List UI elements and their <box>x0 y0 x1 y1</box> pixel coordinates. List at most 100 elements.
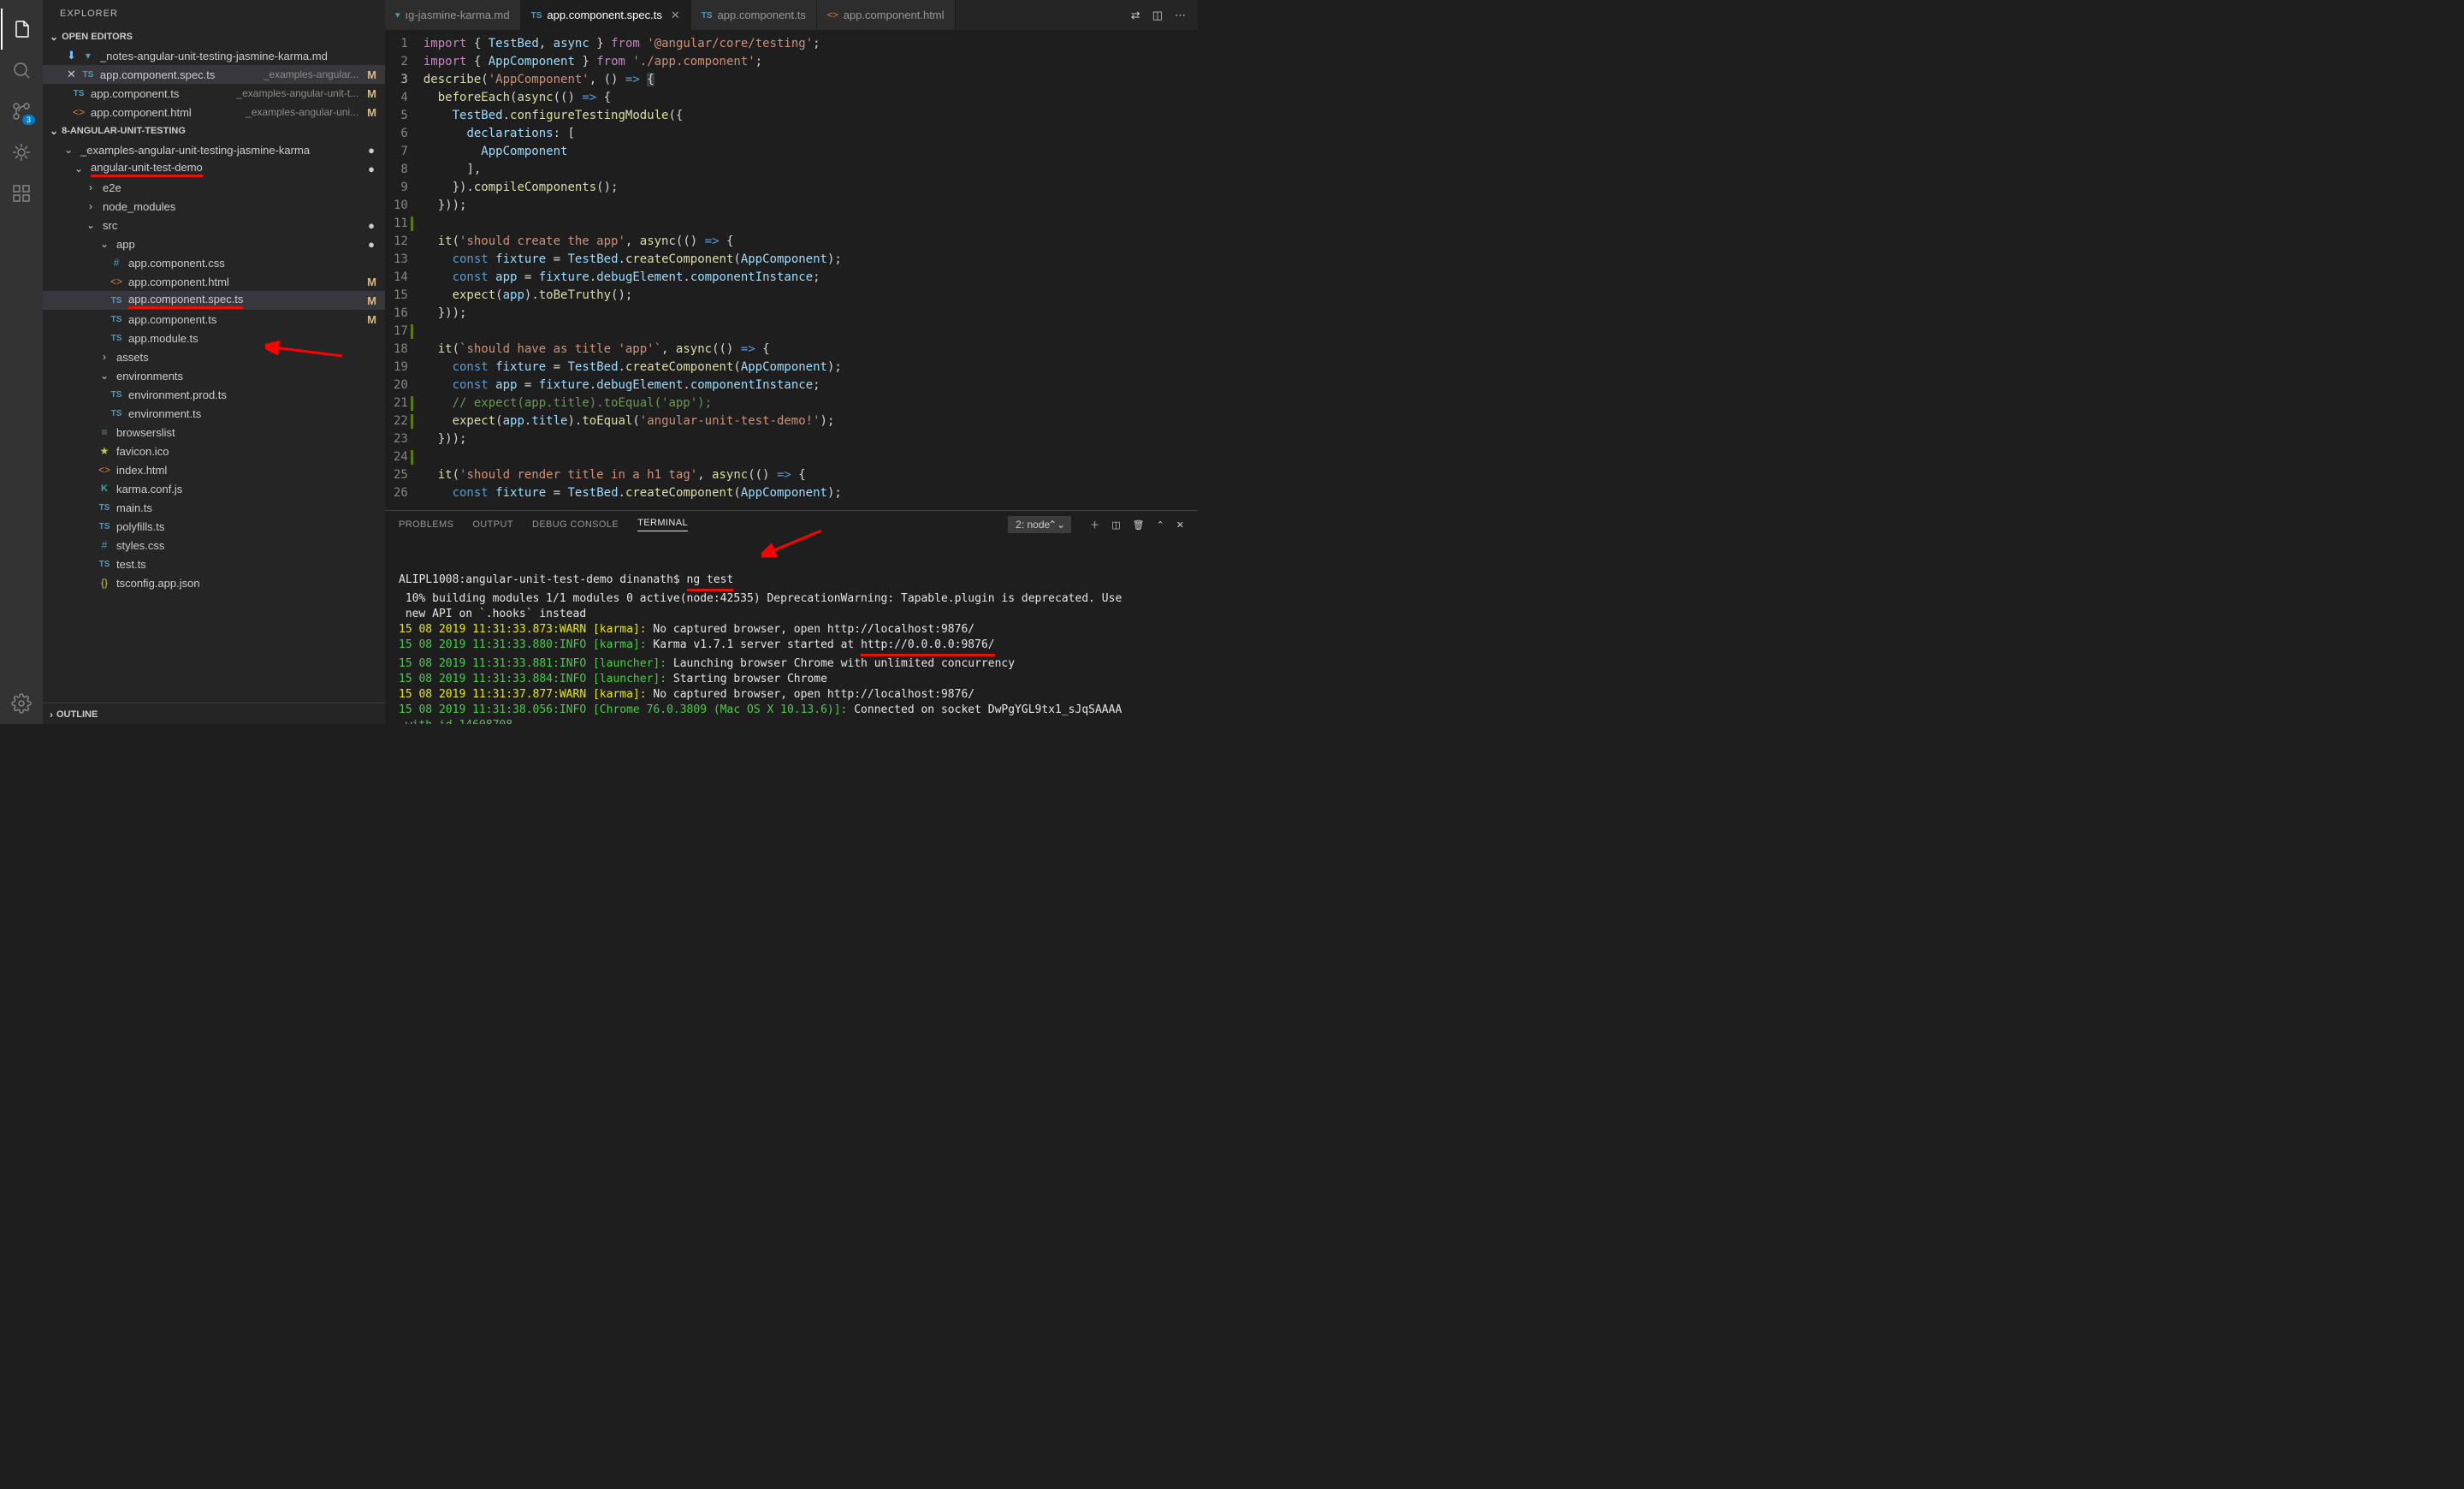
code-line[interactable]: const fixture = TestBed.createComponent(… <box>424 484 842 502</box>
code-line[interactable]: })); <box>424 305 842 323</box>
code-line[interactable]: const app = fixture.debugElement.compone… <box>424 377 842 394</box>
editor-tab[interactable]: <>app.component.html <box>817 0 956 30</box>
split-editor-icon[interactable]: ◫ <box>1152 9 1163 22</box>
editor-tab[interactable]: ▾ıg-jasmine-karma.md <box>385 0 521 30</box>
code-line[interactable]: AppComponent <box>424 143 842 161</box>
folder-item[interactable]: ⌄app● <box>43 234 385 253</box>
panel-tab-output[interactable]: OUTPUT <box>472 519 513 530</box>
split-terminal-icon[interactable]: ◫ <box>1111 519 1120 531</box>
code-line[interactable]: const app = fixture.debugElement.compone… <box>424 269 842 287</box>
file-item[interactable]: TSapp.component.tsM <box>43 310 385 329</box>
line-number: 25 <box>394 466 408 484</box>
close-icon[interactable]: ✕ <box>62 68 81 81</box>
open-editors-header[interactable]: ⌄ OPEN EDITORS <box>43 27 385 46</box>
code-line[interactable] <box>424 215 842 233</box>
panel-tab-terminal[interactable]: TERMINAL <box>637 518 688 531</box>
code-editor[interactable]: 1234567891011121314151617181920212223242… <box>385 30 1198 510</box>
code-line[interactable]: it('should render title in a h1 tag', as… <box>424 466 842 484</box>
chevron-down-icon: ⌄ <box>62 144 75 156</box>
extensions-icon[interactable] <box>1 173 42 214</box>
terminal-line: 15 08 2019 11:31:38.056:INFO [Chrome 76.… <box>399 703 1184 718</box>
panel-tab-debug[interactable]: DEBUG CONSOLE <box>532 519 619 530</box>
explorer-icon[interactable] <box>1 9 42 50</box>
terminal-output[interactable]: ALIPL1008:angular-unit-test-demo dinanat… <box>385 538 1198 724</box>
modified-dot-icon: ● <box>358 238 385 251</box>
folder-angular-unit-test-demo[interactable]: ⌄ angular-unit-test-demo ● <box>43 159 385 178</box>
code-line[interactable]: beforeEach(async(() => { <box>424 89 842 107</box>
editor-tab[interactable]: TSapp.component.spec.ts✕ <box>521 0 691 30</box>
line-number: 11 <box>394 215 408 233</box>
code-line[interactable]: const fixture = TestBed.createComponent(… <box>424 251 842 269</box>
code-line[interactable] <box>424 323 842 341</box>
file-tree: ›e2e›node_modules⌄src●⌄app●#app.componen… <box>43 178 385 592</box>
new-terminal-icon[interactable]: ＋ <box>1090 518 1099 531</box>
code-line[interactable]: const fixture = TestBed.createComponent(… <box>424 359 842 377</box>
debug-icon[interactable] <box>1 132 42 173</box>
file-item[interactable]: TStest.ts <box>43 555 385 573</box>
source-control-icon[interactable]: 3 <box>1 91 42 132</box>
line-number: 6 <box>394 125 408 143</box>
terminal-select[interactable]: 2: node ⌃⌄ <box>1008 516 1071 533</box>
file-icon: TS <box>81 70 95 80</box>
file-item[interactable]: <>app.component.htmlM <box>43 272 385 291</box>
code-line[interactable]: ], <box>424 161 842 179</box>
code-line[interactable]: import { TestBed, async } from '@angular… <box>424 35 842 53</box>
code-line[interactable]: })); <box>424 430 842 448</box>
open-editors-list: ⬇▾_notes-angular-unit-testing-jasmine-ka… <box>43 46 385 122</box>
trash-icon[interactable]: 🗑 <box>1133 519 1145 531</box>
file-item[interactable]: TSpolyfills.ts <box>43 517 385 536</box>
open-editor-item[interactable]: ✕TSapp.component.spec.ts_examples-angula… <box>43 65 385 84</box>
file-item[interactable]: Kkarma.conf.js <box>43 479 385 498</box>
terminal-line: 15 08 2019 11:31:37.877:WARN [karma]: No… <box>399 687 1184 703</box>
search-icon[interactable] <box>1 50 42 91</box>
code-line[interactable]: TestBed.configureTestingModule({ <box>424 107 842 125</box>
line-number: 4 <box>394 89 408 107</box>
settings-gear-icon[interactable] <box>1 683 42 724</box>
folder-item[interactable]: ⌄src● <box>43 216 385 234</box>
file-item[interactable]: #styles.css <box>43 536 385 555</box>
code-line[interactable]: expect(app).toBeTruthy(); <box>424 287 842 305</box>
file-item[interactable]: ≡browserslist <box>43 423 385 442</box>
code-line[interactable]: }).compileComponents(); <box>424 179 842 197</box>
file-item[interactable]: <>index.html <box>43 460 385 479</box>
folder-item[interactable]: ⌄environments <box>43 366 385 385</box>
line-number: 20 <box>394 377 408 394</box>
code-line[interactable] <box>424 448 842 466</box>
line-number: 10 <box>394 197 408 215</box>
open-editor-item[interactable]: <>app.component.html_examples-angular-un… <box>43 103 385 122</box>
file-item[interactable]: #app.component.css <box>43 253 385 272</box>
close-icon[interactable]: ✕ <box>671 9 680 22</box>
code-line[interactable]: describe('AppComponent', () => { <box>424 71 842 89</box>
code-line[interactable]: declarations: [ <box>424 125 842 143</box>
file-item[interactable]: TSenvironment.prod.ts <box>43 385 385 404</box>
more-icon[interactable]: ⋯ <box>1175 9 1186 22</box>
compare-icon[interactable]: ⇄ <box>1131 9 1140 22</box>
code-line[interactable]: // expect(app.title).toEqual('app'); <box>424 394 842 412</box>
outline-header[interactable]: › OUTLINE <box>43 703 385 724</box>
code-line[interactable]: import { AppComponent } from './app.comp… <box>424 53 842 71</box>
open-editor-item[interactable]: TSapp.component.ts_examples-angular-unit… <box>43 84 385 103</box>
panel-tab-problems[interactable]: PROBLEMS <box>399 519 453 530</box>
code-line[interactable]: })); <box>424 197 842 215</box>
file-item[interactable]: ★favicon.ico <box>43 442 385 460</box>
project-header[interactable]: ⌄ 8-ANGULAR-UNIT-TESTING <box>43 122 385 140</box>
code-line[interactable]: it(`should have as title 'app'`, async((… <box>424 341 842 359</box>
code-line[interactable]: it('should create the app', async(() => … <box>424 233 842 251</box>
editor-tab[interactable]: TSapp.component.ts <box>691 0 817 30</box>
modified-badge: M <box>358 294 385 307</box>
file-item[interactable]: TSmain.ts <box>43 498 385 517</box>
file-item[interactable]: TSenvironment.ts <box>43 404 385 423</box>
folder-item[interactable]: ›e2e <box>43 178 385 197</box>
open-editor-item[interactable]: ⬇▾_notes-angular-unit-testing-jasmine-ka… <box>43 46 385 65</box>
folder-item[interactable]: ›node_modules <box>43 197 385 216</box>
file-item[interactable]: TSapp.component.spec.tsM <box>43 291 385 310</box>
code-line[interactable]: expect(app.title).toEqual('angular-unit-… <box>424 412 842 430</box>
line-number: 8 <box>394 161 408 179</box>
file-item[interactable]: {}tsconfig.app.json <box>43 573 385 592</box>
folder-examples[interactable]: ⌄ _examples-angular-unit-testing-jasmine… <box>43 140 385 159</box>
file-item[interactable]: TSapp.module.ts <box>43 329 385 347</box>
folder-item[interactable]: ›assets <box>43 347 385 366</box>
close-panel-icon[interactable]: ✕ <box>1176 519 1184 531</box>
chevron-up-icon[interactable]: ⌃ <box>1157 519 1164 531</box>
file-icon: ★ <box>98 445 111 457</box>
